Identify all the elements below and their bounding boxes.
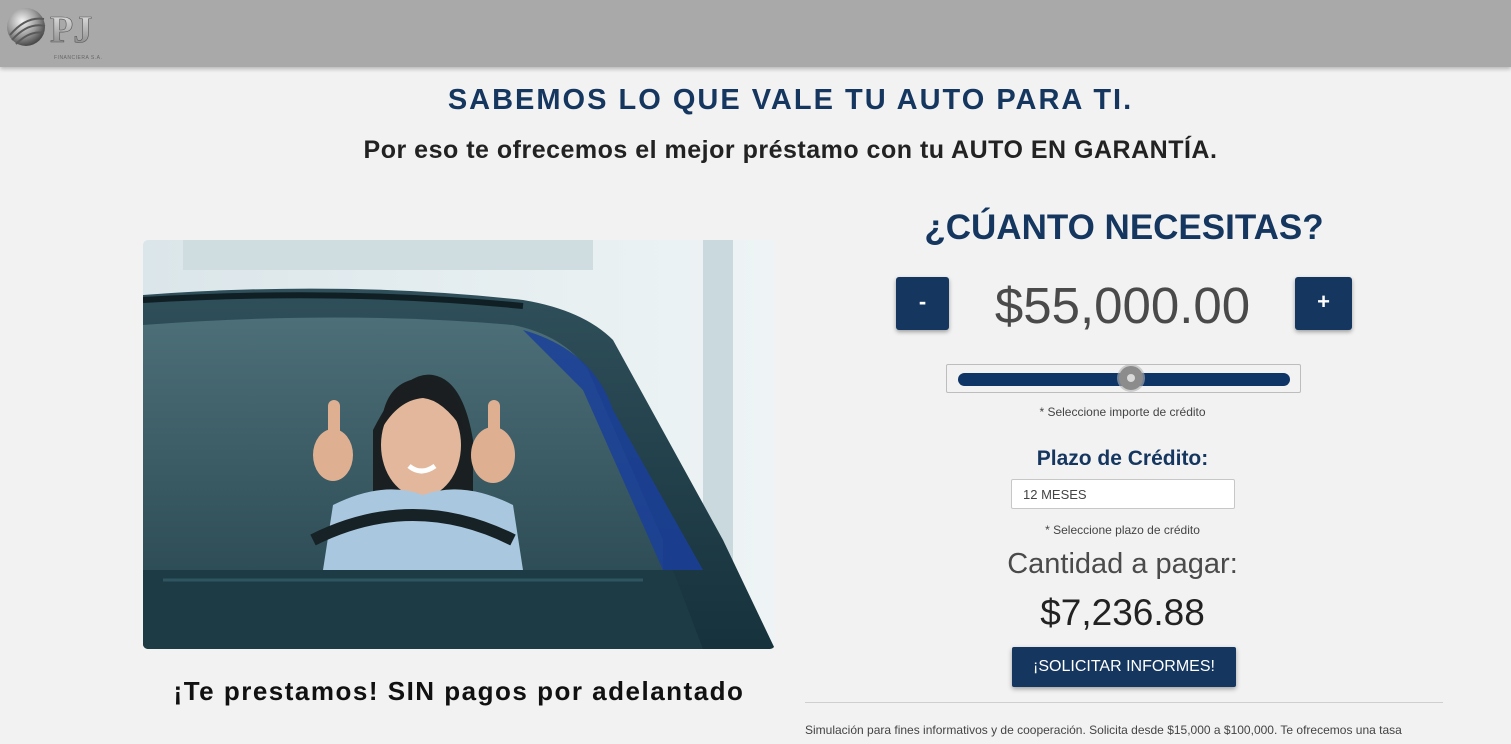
globe-logo-icon: PJ: [7, 8, 93, 51]
top-bar: PJ FINANCIERA S.A.: [0, 0, 1511, 67]
logo-subtext: FINANCIERA S.A.: [54, 55, 103, 61]
divider: [805, 702, 1443, 703]
promo-text: ¡Te prestamos! SIN pagos por adelantado: [173, 676, 745, 706]
plazo-select[interactable]: 12 MESES: [1011, 479, 1235, 509]
amount-hint: * Seleccione importe de crédito: [1039, 405, 1206, 419]
slider-thumb[interactable]: [1119, 366, 1144, 390]
hero-photo: [143, 240, 775, 649]
decrease-amount-button[interactable]: -: [896, 277, 949, 330]
page-subheadline: Por eso te ofrecemos el mejor préstamo c…: [363, 136, 1218, 164]
page-headline: SABEMOS LO QUE VALE TU AUTO PARA TI.: [447, 84, 1134, 116]
plazo-hint: * Seleccione plazo de crédito: [1045, 523, 1200, 537]
payment-label: Cantidad a pagar:: [1007, 548, 1238, 580]
disclaimer-text: Simulación para fines informativos y de …: [805, 723, 1402, 737]
plazo-label: Plazo de Crédito:: [1036, 447, 1209, 470]
increase-amount-button[interactable]: +: [1295, 277, 1352, 330]
amount-slider[interactable]: [946, 364, 1301, 393]
svg-text:PJ: PJ: [50, 9, 92, 51]
company-logo[interactable]: PJ FINANCIERA S.A.: [4, 2, 102, 61]
loan-amount: $55,000.00: [994, 277, 1251, 334]
calculator-title: ¿CÚANTO NECESITAS?: [924, 208, 1324, 247]
payment-value: $7,236.88: [1040, 592, 1205, 633]
request-info-button[interactable]: ¡SOLICITAR INFORMES!: [1012, 647, 1236, 687]
